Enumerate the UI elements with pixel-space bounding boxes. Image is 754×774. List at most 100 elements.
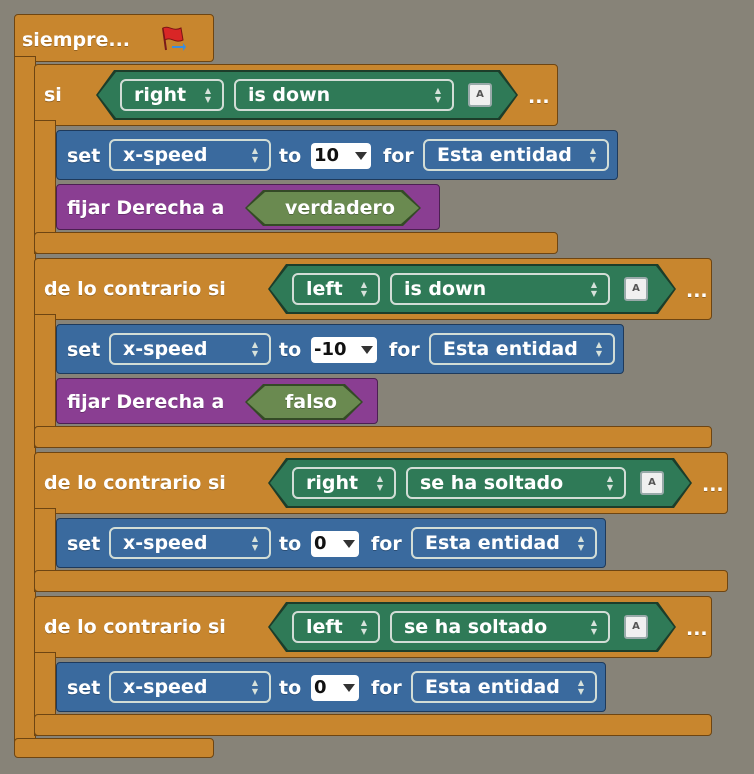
variable-dropdown[interactable]: x-speed ▲ ▼: [109, 671, 271, 703]
variable-value: x-speed: [123, 676, 208, 698]
updown-arrows-icon: ▲ ▼: [577, 678, 585, 696]
keyboard-key-icon[interactable]: A: [468, 83, 492, 107]
condition-value: se ha soltado: [420, 472, 564, 494]
updown-arrows-icon: ▲ ▼: [360, 618, 368, 636]
for-label: for: [383, 145, 414, 167]
value-input[interactable]: 0: [311, 675, 359, 701]
updown-arrows-icon: ▲ ▼: [434, 86, 442, 104]
value-input[interactable]: 10: [311, 143, 371, 169]
assign-label: fijar Derecha a: [67, 391, 225, 413]
if-footer: [34, 232, 558, 254]
value-text: -10: [314, 339, 347, 360]
updown-arrows-icon: ▲ ▼: [589, 146, 597, 164]
assign-block[interactable]: fijar Derecha a falso: [56, 378, 378, 424]
key-dropdown[interactable]: left ▲ ▼: [292, 273, 380, 305]
key-value: left: [306, 616, 343, 638]
elseif-ellipsis[interactable]: ...: [702, 473, 724, 497]
updown-arrows-icon: ▲ ▼: [376, 474, 384, 492]
target-value: Esta entidad: [425, 676, 560, 698]
value-text: 0: [314, 533, 327, 554]
target-dropdown[interactable]: Esta entidad ▲ ▼: [411, 527, 597, 559]
set-label: set: [67, 339, 101, 361]
updown-arrows-icon: ▲ ▼: [606, 474, 614, 492]
target-dropdown[interactable]: Esta entidad ▲ ▼: [429, 333, 615, 365]
elseif-ellipsis[interactable]: ...: [686, 617, 708, 641]
set-block[interactable]: set x-speed ▲ ▼ to 0 for Esta entidad ▲ ▼: [56, 662, 606, 712]
variable-dropdown[interactable]: x-speed ▲ ▼: [109, 139, 271, 171]
key-dropdown[interactable]: left ▲ ▼: [292, 611, 380, 643]
variable-value: x-speed: [123, 532, 208, 554]
condition-dropdown[interactable]: se ha soltado ▲ ▼: [406, 467, 626, 499]
condition-value: is down: [404, 278, 487, 300]
for-label: for: [389, 339, 420, 361]
target-value: Esta entidad: [437, 144, 572, 166]
forever-arm: [14, 56, 36, 746]
keyboard-key-icon[interactable]: A: [624, 615, 648, 639]
value-text: 10: [314, 145, 340, 166]
dropdown-arrow-icon: [343, 684, 355, 692]
if-condition[interactable]: right ▲ ▼ is down ▲ ▼ A: [98, 72, 516, 118]
elseif-label: de lo contrario si: [44, 472, 226, 494]
elseif-condition[interactable]: left ▲ ▼ is down ▲ ▼ A: [270, 266, 674, 312]
key-dropdown[interactable]: right ▲ ▼: [292, 467, 396, 499]
keyboard-key-icon[interactable]: A: [640, 471, 664, 495]
bool-text: falso: [285, 391, 337, 413]
updown-arrows-icon: ▲ ▼: [251, 534, 259, 552]
target-dropdown[interactable]: Esta entidad ▲ ▼: [411, 671, 597, 703]
dropdown-arrow-icon: [355, 152, 367, 160]
elseif-condition[interactable]: right ▲ ▼ se ha soltado ▲ ▼ A: [270, 460, 690, 506]
if-ellipsis[interactable]: ...: [528, 85, 550, 109]
set-block[interactable]: set x-speed ▲ ▼ to 10 for Esta entidad ▲ ▼: [56, 130, 618, 180]
to-label: to: [279, 145, 302, 167]
variable-dropdown[interactable]: x-speed ▲ ▼: [109, 527, 271, 559]
value-input[interactable]: 0: [311, 531, 359, 557]
condition-dropdown[interactable]: is down ▲ ▼: [234, 79, 454, 111]
variable-dropdown[interactable]: x-speed ▲ ▼: [109, 333, 271, 365]
condition-dropdown[interactable]: is down ▲ ▼: [390, 273, 610, 305]
to-label: to: [279, 339, 302, 361]
key-value: right: [306, 472, 359, 494]
key-value: right: [134, 84, 187, 106]
variable-value: x-speed: [123, 338, 208, 360]
elseif-footer: [34, 426, 712, 448]
condition-dropdown[interactable]: se ha soltado ▲ ▼: [390, 611, 610, 643]
updown-arrows-icon: ▲ ▼: [577, 534, 585, 552]
set-label: set: [67, 533, 101, 555]
to-label: to: [279, 677, 302, 699]
target-dropdown[interactable]: Esta entidad ▲ ▼: [423, 139, 609, 171]
target-value: Esta entidad: [443, 338, 578, 360]
elseif-condition[interactable]: left ▲ ▼ se ha soltado ▲ ▼ A: [270, 604, 674, 650]
key-dropdown[interactable]: right ▲ ▼: [120, 79, 224, 111]
updown-arrows-icon: ▲ ▼: [251, 678, 259, 696]
forever-label: siempre...: [22, 29, 131, 51]
elseif-label: de lo contrario si: [44, 278, 226, 300]
bool-value[interactable]: falso: [247, 386, 361, 418]
set-block[interactable]: set x-speed ▲ ▼ to 0 for Esta entidad ▲ ▼: [56, 518, 606, 568]
key-value: left: [306, 278, 343, 300]
set-label: set: [67, 677, 101, 699]
for-label: for: [371, 677, 402, 699]
forever-footer: [14, 738, 214, 758]
set-label: set: [67, 145, 101, 167]
keyboard-key-icon[interactable]: A: [624, 277, 648, 301]
value-input[interactable]: -10: [311, 337, 377, 363]
updown-arrows-icon: ▲ ▼: [251, 146, 259, 164]
updown-arrows-icon: ▲ ▼: [595, 340, 603, 358]
dropdown-arrow-icon: [361, 346, 373, 354]
red-flag-run-icon[interactable]: [157, 24, 187, 54]
elseif-footer: [34, 570, 728, 592]
updown-arrows-icon: ▲ ▼: [590, 280, 598, 298]
assign-block[interactable]: fijar Derecha a verdadero: [56, 184, 440, 230]
bool-value[interactable]: verdadero: [247, 192, 419, 224]
set-block[interactable]: set x-speed ▲ ▼ to -10 for Esta entidad ▲…: [56, 324, 624, 374]
elseif-footer: [34, 714, 712, 736]
target-value: Esta entidad: [425, 532, 560, 554]
assign-label: fijar Derecha a: [67, 197, 225, 219]
condition-value: is down: [248, 84, 331, 106]
elseif-label: de lo contrario si: [44, 616, 226, 638]
updown-arrows-icon: ▲ ▼: [204, 86, 212, 104]
variable-value: x-speed: [123, 144, 208, 166]
bool-text: verdadero: [285, 197, 395, 219]
elseif-ellipsis[interactable]: ...: [686, 279, 708, 303]
updown-arrows-icon: ▲ ▼: [251, 340, 259, 358]
